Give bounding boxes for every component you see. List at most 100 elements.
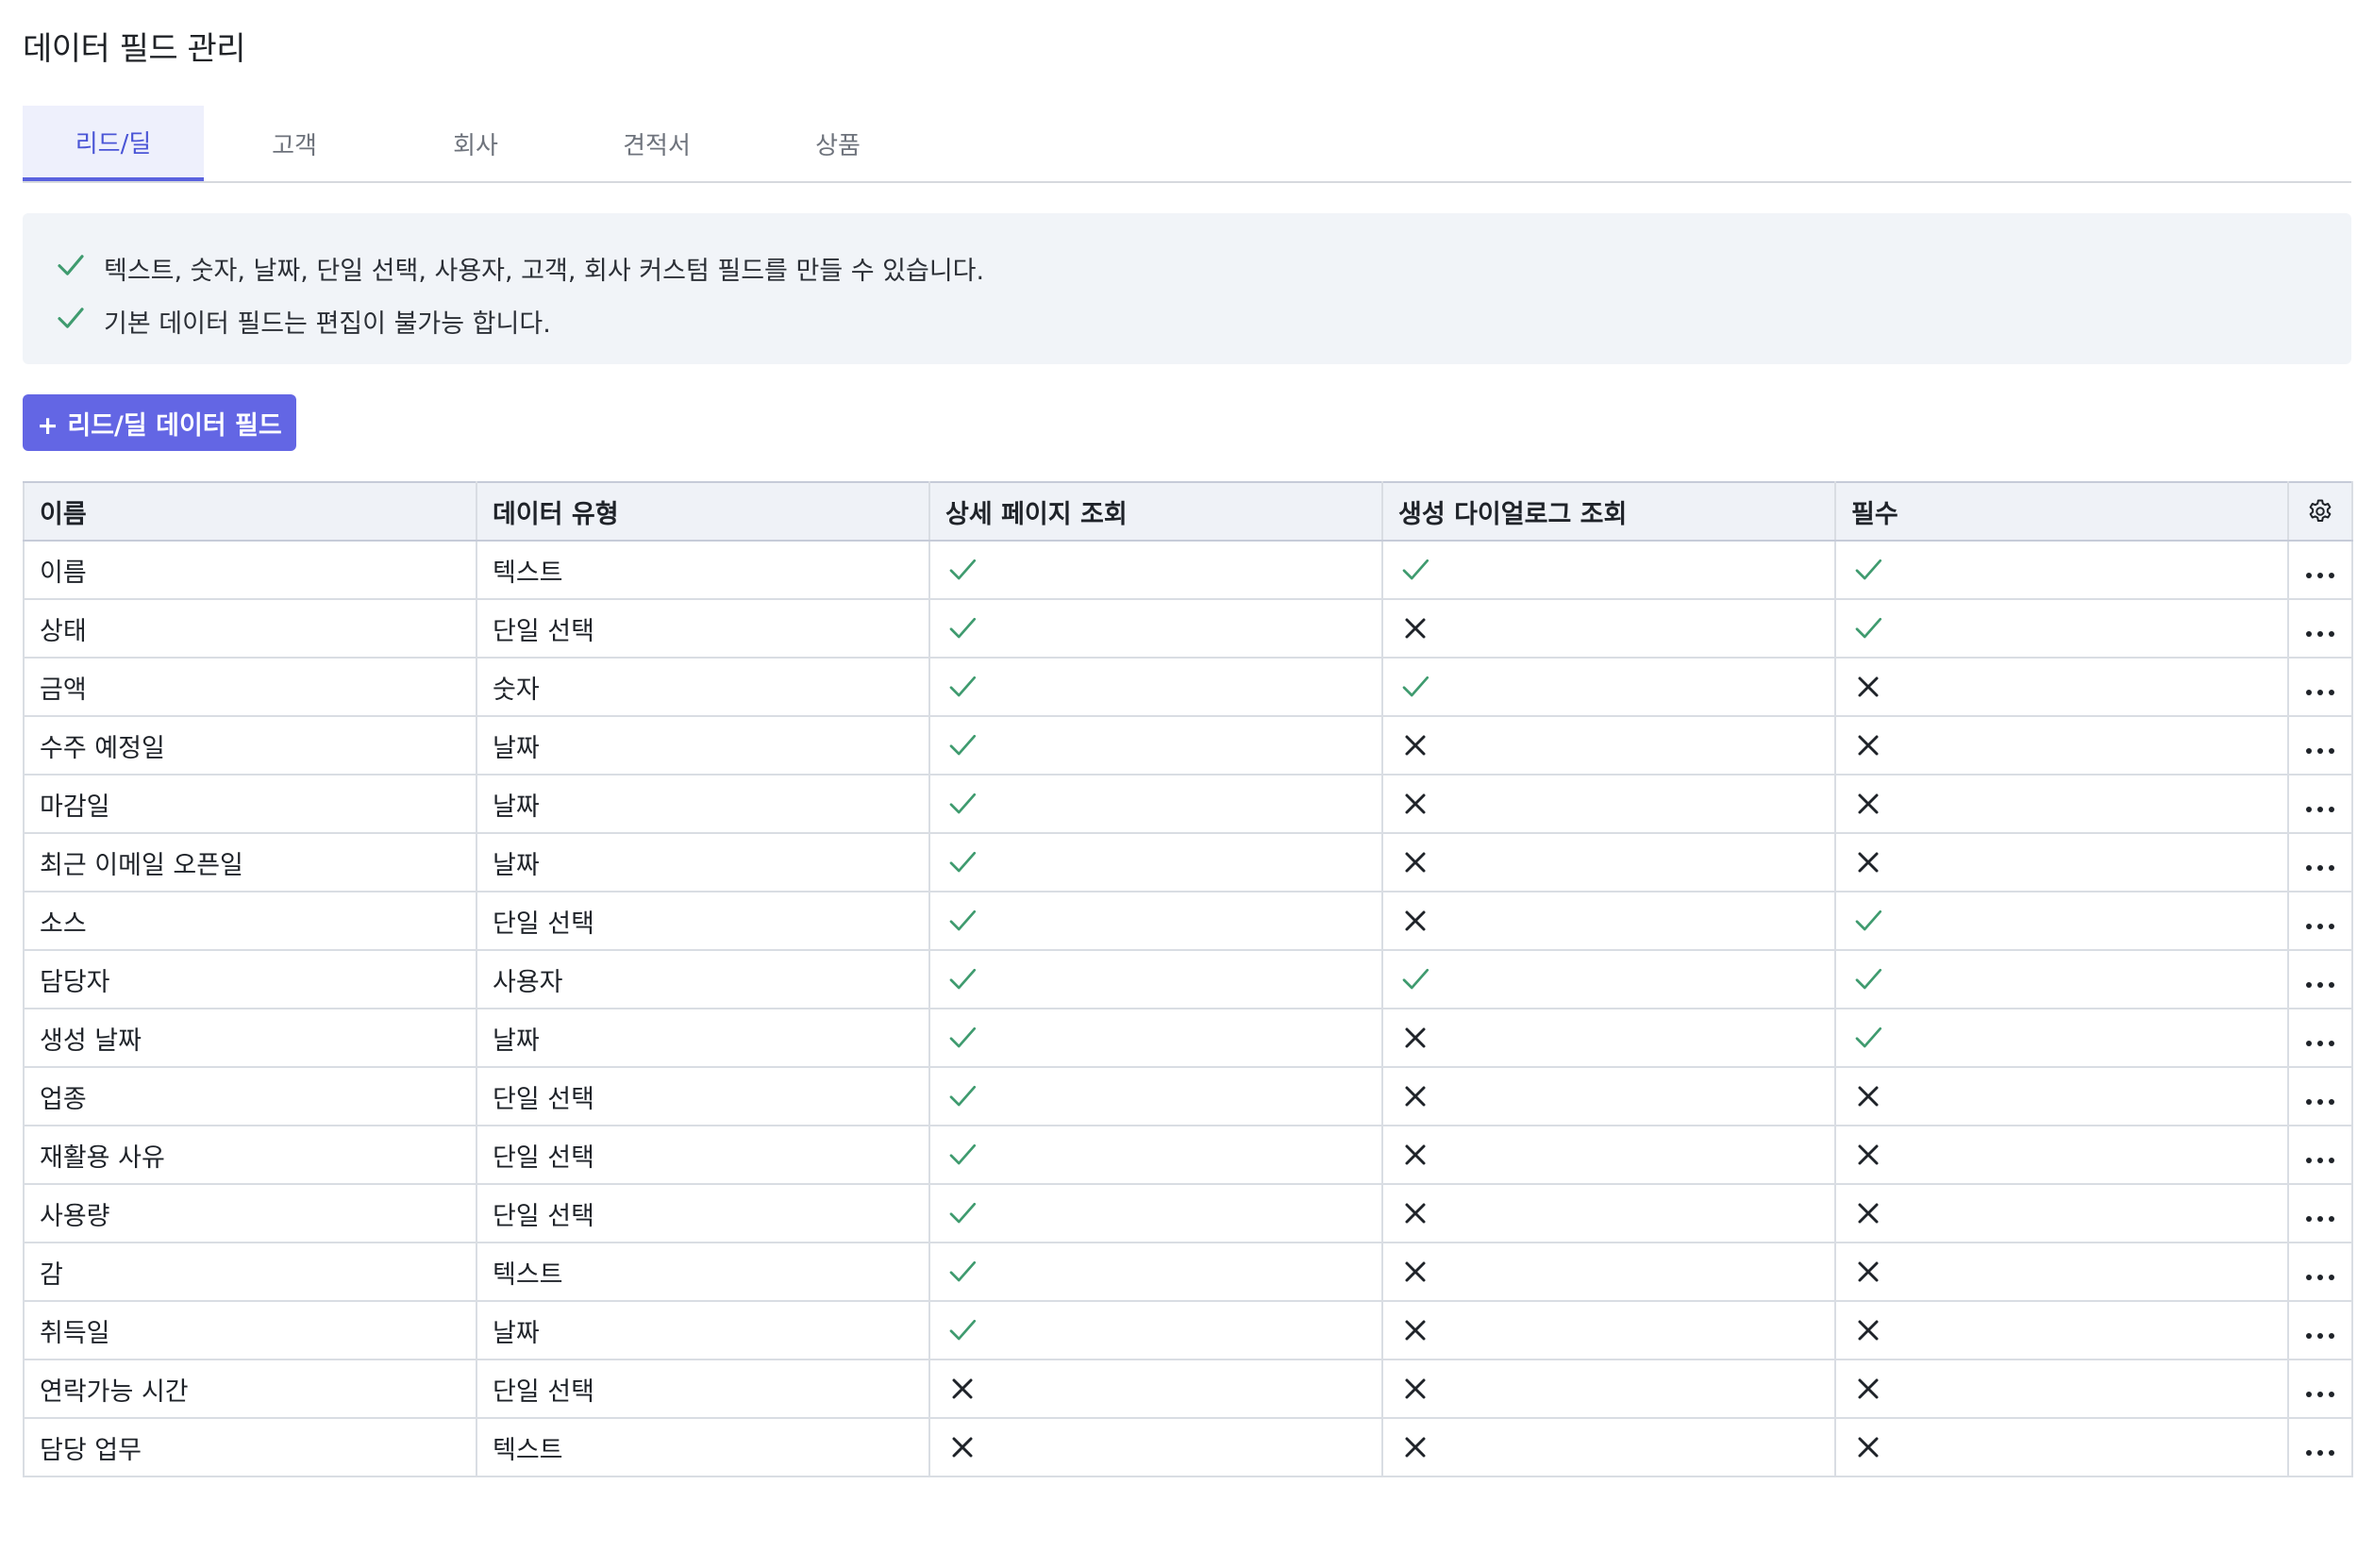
table-row[interactable]: 담당 업무 텍스트	[23, 1417, 2353, 1477]
field-type-cell: 숫자	[476, 657, 930, 717]
field-name-cell: 취득일	[23, 1300, 477, 1360]
info-text: 텍스트, 숫자, 날짜, 단일 선택, 사용자, 고객, 회사 커스텀 필드를 …	[104, 256, 985, 286]
required-cell	[1834, 1417, 2289, 1477]
close-icon	[1851, 1372, 2272, 1406]
field-name-cell: 금액	[23, 657, 477, 717]
field-type-cell: 단일 선택	[476, 891, 930, 951]
dialog-view-cell	[1381, 1125, 1836, 1185]
field-name-cell: 마감일	[23, 774, 477, 834]
dialog-view-cell	[1381, 1008, 1836, 1068]
info-text: 기본 데이터 필드는 편집이 불가능 합니다.	[104, 309, 551, 339]
table-row[interactable]: 생성 날짜 날짜	[23, 1008, 2353, 1068]
check-icon	[945, 1021, 1366, 1055]
table-row[interactable]: 마감일 날짜	[23, 774, 2353, 834]
more-horizontal-icon[interactable]	[2306, 1274, 2334, 1280]
row-actions-cell	[2287, 1417, 2353, 1477]
detail-view-cell	[928, 1300, 1383, 1360]
more-horizontal-icon[interactable]	[2306, 1215, 2334, 1222]
table-row[interactable]: 금액 숫자	[23, 657, 2353, 717]
more-horizontal-icon[interactable]	[2306, 806, 2334, 812]
required-cell	[1834, 1183, 2289, 1243]
fields-table: 이름 데이터 유형 상세 페이지 조회 생성 다이얼로그 조회 필수 이름 텍스…	[23, 481, 2353, 1477]
check-icon	[945, 1079, 1366, 1113]
tab-quote[interactable]: 견적서	[566, 106, 747, 181]
detail-view-cell	[928, 1008, 1383, 1068]
check-icon	[1851, 962, 2272, 996]
more-horizontal-icon[interactable]	[2306, 1332, 2334, 1339]
table-row[interactable]: 이름 텍스트	[23, 540, 2353, 600]
tab-customer[interactable]: 고객	[204, 106, 385, 181]
table-row[interactable]: 최근 이메일 오픈일 날짜	[23, 832, 2353, 892]
close-icon	[945, 1430, 1366, 1464]
row-actions-cell	[2287, 1183, 2353, 1243]
field-type-cell: 텍스트	[476, 540, 930, 600]
check-icon	[1851, 553, 2272, 587]
table-settings-button[interactable]	[2287, 481, 2353, 542]
field-name-cell: 감	[23, 1242, 477, 1302]
more-horizontal-icon[interactable]	[2306, 747, 2334, 754]
more-horizontal-icon[interactable]	[2306, 572, 2334, 578]
required-cell	[1834, 540, 2289, 600]
field-name-cell: 담당 업무	[23, 1417, 477, 1477]
detail-view-cell	[928, 540, 1383, 600]
dialog-view-cell	[1381, 657, 1836, 717]
more-horizontal-icon[interactable]	[2306, 981, 2334, 988]
check-icon	[945, 1255, 1366, 1289]
tab-company[interactable]: 회사	[385, 106, 566, 181]
tab-bar: 리드/딜 고객 회사 견적서 상품	[23, 106, 2351, 183]
page-title: 데이터 필드 관리	[23, 30, 246, 68]
column-header-name[interactable]: 이름	[23, 481, 477, 542]
table-row[interactable]: 사용량 단일 선택	[23, 1183, 2353, 1243]
more-horizontal-icon[interactable]	[2306, 1098, 2334, 1105]
table-row[interactable]: 연락가능 시간 단일 선택	[23, 1359, 2353, 1419]
detail-view-cell	[928, 598, 1383, 659]
close-icon	[1398, 1372, 1819, 1406]
field-name-cell: 상태	[23, 598, 477, 659]
column-header-dialog-view[interactable]: 생성 다이얼로그 조회	[1381, 481, 1836, 542]
more-horizontal-icon[interactable]	[2306, 864, 2334, 871]
field-name-cell: 사용량	[23, 1183, 477, 1243]
more-horizontal-icon[interactable]	[2306, 923, 2334, 929]
table-row[interactable]: 상태 단일 선택	[23, 598, 2353, 659]
field-name-cell: 생성 날짜	[23, 1008, 477, 1068]
row-actions-cell	[2287, 774, 2353, 834]
row-actions-cell	[2287, 598, 2353, 659]
row-actions-cell	[2287, 949, 2353, 1009]
detail-view-cell	[928, 949, 1383, 1009]
info-line: 기본 데이터 필드는 편집이 불가능 합니다.	[23, 294, 2351, 347]
more-horizontal-icon[interactable]	[2306, 1157, 2334, 1163]
add-lead-deal-field-button[interactable]: + 리드/딜 데이터 필드	[23, 394, 296, 451]
required-cell	[1834, 1125, 2289, 1185]
table-row[interactable]: 소스 단일 선택	[23, 891, 2353, 951]
close-icon	[1398, 845, 1819, 879]
table-row[interactable]: 업종 단일 선택	[23, 1066, 2353, 1126]
column-header-type[interactable]: 데이터 유형	[476, 481, 930, 542]
more-horizontal-icon[interactable]	[2306, 1391, 2334, 1397]
column-header-required[interactable]: 필수	[1834, 481, 2289, 542]
gear-icon[interactable]	[2289, 497, 2351, 525]
close-icon	[1398, 1196, 1819, 1230]
more-horizontal-icon[interactable]	[2306, 630, 2334, 637]
table-row[interactable]: 감 텍스트	[23, 1242, 2353, 1302]
close-icon	[1851, 670, 2272, 704]
more-horizontal-icon[interactable]	[2306, 689, 2334, 695]
field-type-cell: 텍스트	[476, 1417, 930, 1477]
check-icon	[945, 553, 1366, 587]
row-actions-cell	[2287, 1242, 2353, 1302]
column-header-detail-view[interactable]: 상세 페이지 조회	[928, 481, 1383, 542]
table-row[interactable]: 재활용 사유 단일 선택	[23, 1125, 2353, 1185]
check-icon	[1851, 904, 2272, 938]
table-row[interactable]: 취득일 날짜	[23, 1300, 2353, 1360]
more-horizontal-icon[interactable]	[2306, 1449, 2334, 1456]
tab-product[interactable]: 상품	[747, 106, 928, 181]
close-icon	[1398, 1138, 1819, 1172]
check-icon	[55, 302, 104, 341]
more-horizontal-icon[interactable]	[2306, 1040, 2334, 1046]
table-row[interactable]: 수주 예정일 날짜	[23, 715, 2353, 776]
field-type-cell: 단일 선택	[476, 1066, 930, 1126]
page: 데이터 필드 관리 리드/딜 고객 회사 견적서 상품 텍스트, 숫자, 날짜,…	[0, 0, 2374, 1568]
table-row[interactable]: 담당자 사용자	[23, 949, 2353, 1009]
tab-lead-deal[interactable]: 리드/딜	[23, 106, 204, 181]
check-icon	[55, 249, 104, 288]
close-icon	[1398, 787, 1819, 821]
